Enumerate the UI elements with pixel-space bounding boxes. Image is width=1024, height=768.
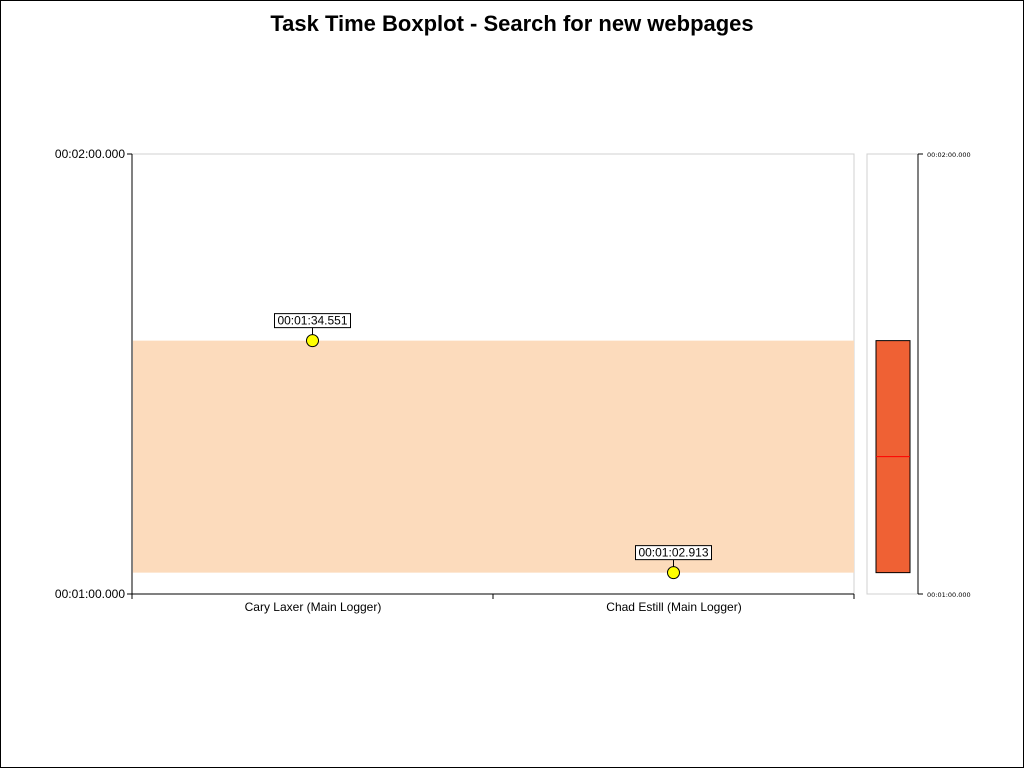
side-tick-label-bottom: 00:01:00.000 (927, 591, 971, 599)
range-band (133, 340, 854, 573)
point-label: 00:01:34.551 (277, 314, 347, 328)
data-point[interactable] (667, 566, 680, 580)
x-category-label-2: Chad Estill (Main Logger) (606, 600, 741, 614)
y-tick-label-bottom: 00:01:00.000 (55, 587, 125, 601)
side-tick-label-top: 00:02:00.000 (927, 151, 971, 159)
chart-canvas: 00:02:00.000 00:01:00.000 Cary Laxer (Ma… (55, 147, 971, 614)
y-tick-label-top: 00:02:00.000 (55, 147, 125, 161)
x-category-label-1: Cary Laxer (Main Logger) (245, 600, 382, 614)
point-label: 00:01:02.913 (638, 546, 708, 560)
data-point[interactable] (306, 334, 319, 348)
